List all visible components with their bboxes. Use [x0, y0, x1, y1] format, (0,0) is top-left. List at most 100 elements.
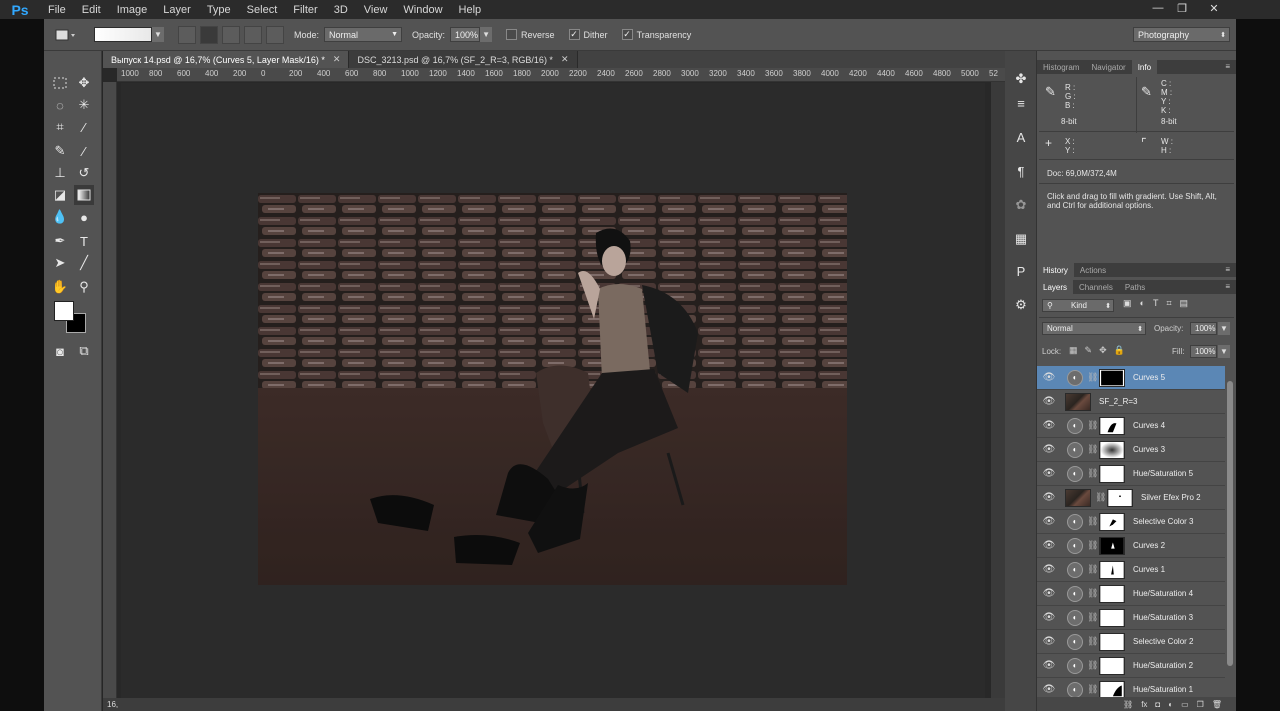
pen-tool-icon[interactable]: ✒	[50, 231, 70, 251]
visibility-eye-icon[interactable]: 👁	[1037, 492, 1061, 503]
menu-type[interactable]: Type	[199, 4, 239, 16]
transparency-checkbox[interactable]: ✓	[621, 29, 633, 40]
layer-row[interactable]: 👁 ◐ ⛓ Hue/Saturation 5	[1037, 462, 1225, 486]
visibility-eye-icon[interactable]: 👁	[1037, 612, 1061, 623]
tool-preset-picker[interactable]	[52, 25, 80, 45]
layer-opacity-input[interactable]: 100%	[1190, 322, 1217, 335]
eyedropper-tool-icon[interactable]: ⁄	[74, 117, 94, 137]
gradient-tool-icon[interactable]	[74, 185, 94, 205]
brush-presets-icon[interactable]: ✤	[1011, 69, 1031, 89]
properties-panel-icon[interactable]: ⚙	[1011, 295, 1031, 315]
linear-gradient-button[interactable]	[178, 25, 196, 44]
layer-opacity-dropdown-icon[interactable]: ▼	[1218, 322, 1230, 335]
move-tool-icon[interactable]: ✥	[74, 73, 94, 93]
delete-layer-icon[interactable]: 🗑	[1212, 700, 1222, 709]
lock-all-icon[interactable]: 🔒	[1114, 345, 1125, 356]
panel-menu-icon[interactable]: ≡	[1225, 62, 1230, 71]
tab-actions[interactable]: Actions	[1074, 263, 1112, 277]
link-layers-icon[interactable]: ⛓	[1123, 700, 1133, 709]
mask-link-icon[interactable]: ⛓	[1087, 684, 1098, 695]
mask-link-icon[interactable]: ⛓	[1087, 468, 1098, 479]
menu-help[interactable]: Help	[451, 4, 490, 16]
styles-panel-icon[interactable]: ✿	[1011, 195, 1031, 215]
menu-3d[interactable]: 3D	[326, 4, 356, 16]
reverse-checkbox[interactable]	[506, 29, 518, 40]
dither-checkbox[interactable]: ✓	[568, 29, 580, 40]
gradient-preview[interactable]	[94, 27, 152, 42]
mode-select[interactable]: Normal ▼	[324, 27, 403, 42]
mask-link-icon[interactable]: ⛓	[1087, 588, 1098, 599]
radial-gradient-button[interactable]	[200, 25, 218, 44]
tab-navigator[interactable]: Navigator	[1085, 60, 1131, 74]
opacity-input[interactable]: 100%	[450, 27, 481, 42]
angle-gradient-button[interactable]	[222, 25, 240, 44]
blur-tool-icon[interactable]: 💧	[50, 207, 70, 227]
visibility-eye-icon[interactable]: 👁	[1037, 564, 1061, 575]
tab-paths[interactable]: Paths	[1119, 280, 1151, 294]
visibility-eye-icon[interactable]: 👁	[1037, 516, 1061, 527]
layer-row[interactable]: 👁 ◐ ⛓ Selective Color 2	[1037, 630, 1225, 654]
filter-shape-icon[interactable]: ⌗	[1166, 298, 1171, 312]
visibility-eye-icon[interactable]: 👁	[1037, 540, 1061, 551]
vertical-scrollbar[interactable]	[991, 82, 1005, 707]
opacity-dropdown-icon[interactable]: ▼	[480, 27, 493, 42]
layer-row[interactable]: 👁 ◐ ⛓ Curves 2	[1037, 534, 1225, 558]
visibility-eye-icon[interactable]: 👁	[1037, 660, 1061, 671]
mask-link-icon[interactable]: ⛓	[1087, 420, 1098, 431]
menu-layer[interactable]: Layer	[155, 4, 199, 16]
visibility-eye-icon[interactable]: 👁	[1037, 636, 1061, 647]
eraser-tool-icon[interactable]: ◪	[50, 185, 70, 205]
mask-link-icon[interactable]: ⛓	[1087, 516, 1098, 527]
menu-window[interactable]: Window	[395, 4, 450, 16]
filter-pixel-icon[interactable]: ▣	[1123, 298, 1132, 312]
magic-wand-tool-icon[interactable]: ✳	[74, 95, 94, 115]
healing-brush-tool-icon[interactable]: ✎	[50, 141, 70, 161]
layer-row[interactable]: 👁 ◐ ⛓ Curves 1	[1037, 558, 1225, 582]
adjustments-sliders-icon[interactable]: ≡	[1011, 93, 1031, 113]
layer-row[interactable]: 👁 SF_2_R=3	[1037, 390, 1225, 414]
paragraph-panel-icon[interactable]: ¶	[1011, 161, 1031, 181]
visibility-eye-icon[interactable]: 👁	[1037, 588, 1061, 599]
layer-row[interactable]: 👁 ◐ ⛓ Hue/Saturation 2	[1037, 654, 1225, 678]
foreground-color-front[interactable]	[54, 301, 74, 321]
tab-histogram[interactable]: Histogram	[1037, 60, 1085, 74]
clone-stamp-tool-icon[interactable]: ⊥	[50, 163, 70, 183]
restore-button[interactable]: ❐	[1170, 0, 1194, 16]
diamond-gradient-button[interactable]	[266, 25, 284, 44]
visibility-eye-icon[interactable]: 👁	[1037, 468, 1061, 479]
crop-tool-icon[interactable]: ⌗	[50, 117, 70, 137]
workspace-select[interactable]: Photography ⬍	[1133, 27, 1230, 42]
layer-style-icon[interactable]: fx	[1141, 700, 1147, 709]
layers-scrollbar[interactable]	[1227, 381, 1233, 666]
hand-tool-icon[interactable]: ✋	[50, 277, 70, 297]
filter-smartobject-icon[interactable]: ▤	[1180, 298, 1189, 312]
tab-history[interactable]: History	[1037, 263, 1074, 277]
layer-row[interactable]: 👁 ◐ ⛓ Selective Color 3	[1037, 510, 1225, 534]
new-group-icon[interactable]: ▭	[1181, 700, 1189, 709]
filter-adjustment-icon[interactable]: ◐	[1140, 298, 1145, 312]
close-button[interactable]: ✕	[1194, 0, 1234, 16]
mask-link-icon[interactable]: ⛓	[1087, 372, 1098, 383]
menu-view[interactable]: View	[356, 4, 396, 16]
layer-row[interactable]: 👁 ◐ ⛓ Curves 4	[1037, 414, 1225, 438]
blend-mode-select[interactable]: Normal ⬍	[1042, 322, 1146, 335]
tab-info[interactable]: Info	[1131, 60, 1158, 74]
visibility-eye-icon[interactable]: 👁	[1037, 420, 1061, 431]
marquee-tool-icon[interactable]	[50, 73, 70, 93]
fill-input[interactable]: 100%	[1190, 345, 1217, 358]
canvas[interactable]	[121, 83, 985, 701]
type-tool-icon[interactable]: T	[74, 231, 94, 251]
zoom-tool-icon[interactable]: ⚲	[74, 277, 94, 297]
layer-filter-select[interactable]: ⚲ Kind ⬍	[1042, 299, 1114, 312]
grid-panel-icon[interactable]: ▦	[1011, 229, 1031, 249]
zoom-level[interactable]: 16,	[107, 700, 118, 709]
layer-row[interactable]: 👁 ◐ ⛓ Curves 5	[1037, 366, 1225, 390]
screen-mode-icon[interactable]: ⧉	[74, 341, 94, 361]
lock-position-icon[interactable]: ✥	[1099, 345, 1107, 356]
add-mask-icon[interactable]: ◘	[1155, 700, 1160, 709]
reflected-gradient-button[interactable]	[244, 25, 262, 44]
mask-link-icon[interactable]: ⛓	[1095, 492, 1106, 503]
close-icon[interactable]: ✕	[561, 54, 569, 65]
menu-file[interactable]: File	[40, 4, 74, 16]
menu-edit[interactable]: Edit	[74, 4, 109, 16]
